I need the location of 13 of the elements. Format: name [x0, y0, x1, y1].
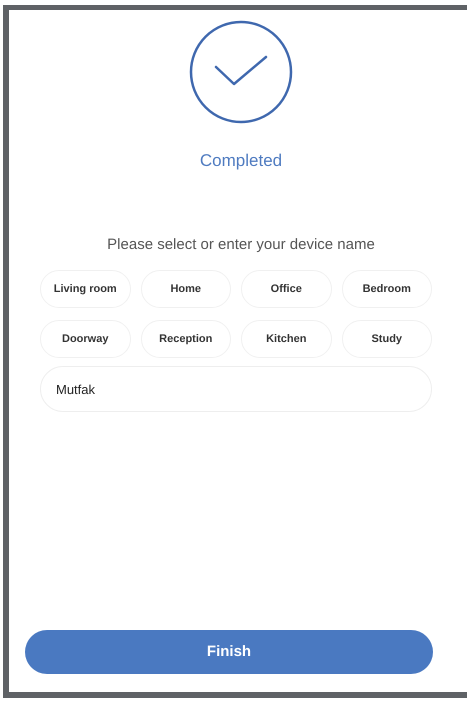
name-option-chip[interactable]: Reception: [140, 320, 231, 358]
name-option-chip[interactable]: Kitchen: [241, 320, 332, 358]
name-option-chip[interactable]: Doorway: [40, 320, 130, 358]
finish-button[interactable]: Finish: [25, 630, 433, 674]
name-option-chip[interactable]: Office: [241, 270, 332, 308]
prompt-text: Please select or enter your device name: [107, 234, 375, 254]
name-option-chip[interactable]: Living room: [40, 270, 130, 308]
name-option-chip[interactable]: Home: [140, 270, 231, 308]
status-title: Completed: [200, 150, 282, 172]
name-option-chip[interactable]: Bedroom: [342, 270, 432, 308]
name-option-chip[interactable]: Study: [342, 320, 432, 358]
device-name-input[interactable]: Mutfak: [40, 366, 432, 412]
checkmark-circle-icon: [189, 20, 293, 124]
